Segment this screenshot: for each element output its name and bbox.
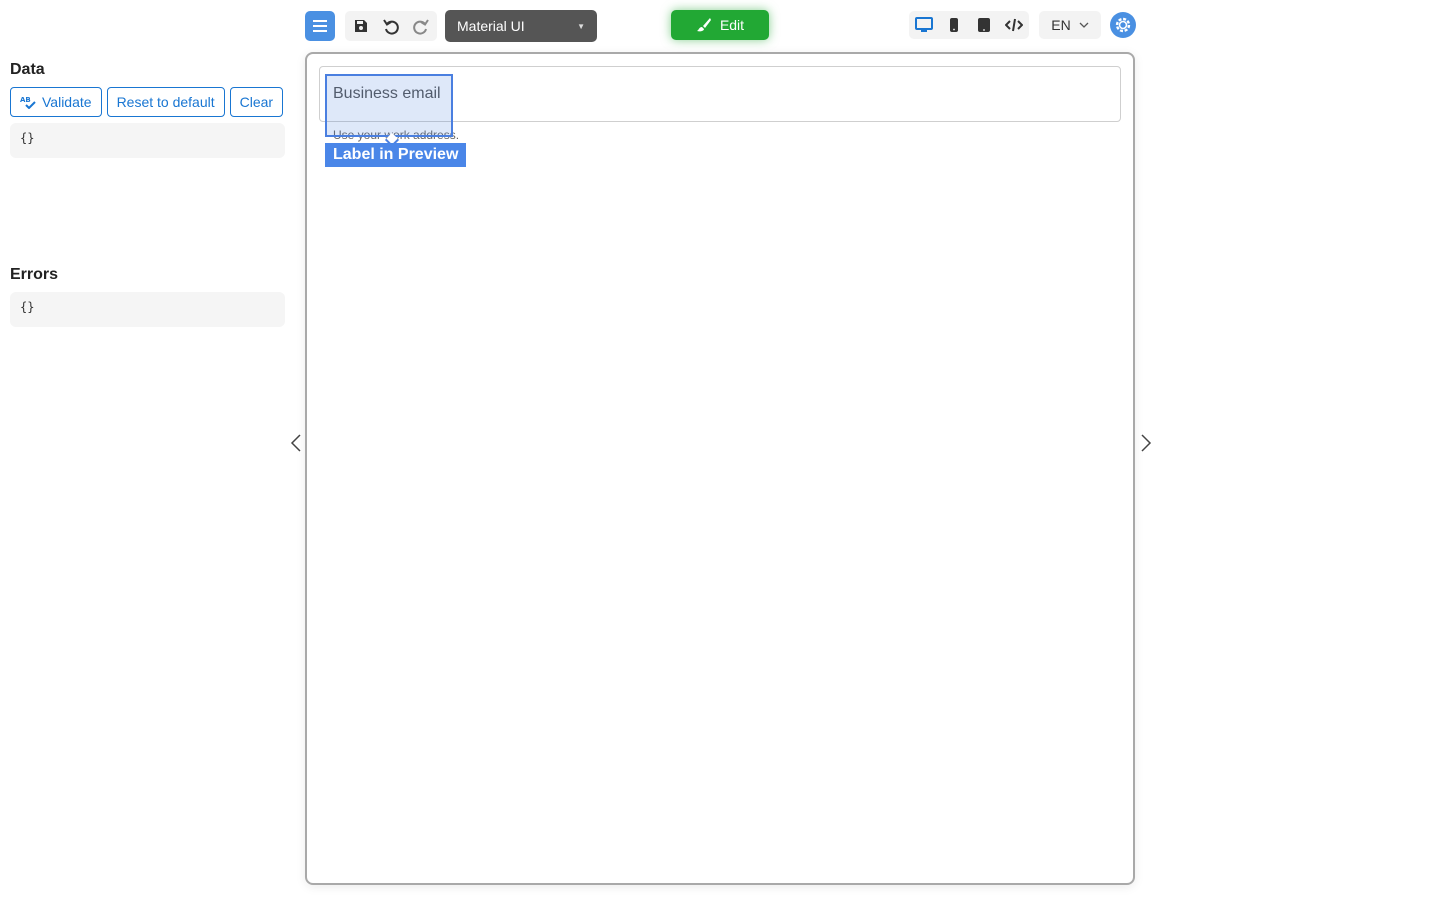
clear-button[interactable]: Clear [229,87,284,117]
menu-button[interactable] [305,11,335,41]
tablet-icon [978,18,990,32]
validate-label: Validate [42,94,92,110]
caret-down-icon: ▼ [577,21,585,31]
spellcheck-icon: AB [20,96,36,109]
device-toolbar [909,11,1029,39]
undo-icon [383,19,399,35]
mobile-icon [950,18,958,32]
chevron-left-icon [290,434,301,452]
validate-button[interactable]: AB Validate [10,87,102,117]
label-highlight-box[interactable] [325,74,453,137]
redo-icon [413,19,429,35]
data-actions: AB Validate Reset to default Clear [10,87,284,117]
language-select[interactable]: EN [1039,11,1101,39]
desktop-view-button[interactable] [912,13,936,37]
errors-json-view: {} [10,292,285,327]
redo-button[interactable] [409,14,433,38]
save-button[interactable] [349,14,373,38]
gear-icon [1115,17,1131,33]
settings-button[interactable] [1110,12,1136,38]
undo-button[interactable] [379,14,403,38]
collapse-right-panel-button[interactable] [1139,432,1153,454]
chevron-right-icon [1141,434,1152,452]
save-icon [355,20,367,32]
edit-label: Edit [719,17,745,33]
desktop-icon [915,17,933,32]
label-highlight-tag: Label in Preview [325,143,467,167]
theme-select-value: Material UI [457,18,525,34]
edit-button[interactable]: Edit [671,10,769,40]
reset-to-default-button[interactable]: Reset to default [106,87,225,117]
collapse-left-panel-button[interactable] [289,432,303,454]
theme-select[interactable]: Material UI ▼ [445,10,597,42]
errors-title: Errors [10,266,59,283]
language-value: EN [1051,17,1071,33]
mobile-view-button[interactable] [942,13,966,37]
data-json-view: {} [10,123,285,158]
data-title: Data [10,61,45,78]
chevron-down-icon [1079,22,1089,28]
preview-frame: Business email Use your work address. La… [305,52,1135,885]
svg-text:AB: AB [20,96,31,104]
menu-icon [313,20,327,32]
code-view-button[interactable] [1002,13,1026,37]
history-toolbar [345,11,437,41]
brush-icon [696,18,711,32]
code-icon [1005,18,1023,32]
tablet-view-button[interactable] [972,13,996,37]
